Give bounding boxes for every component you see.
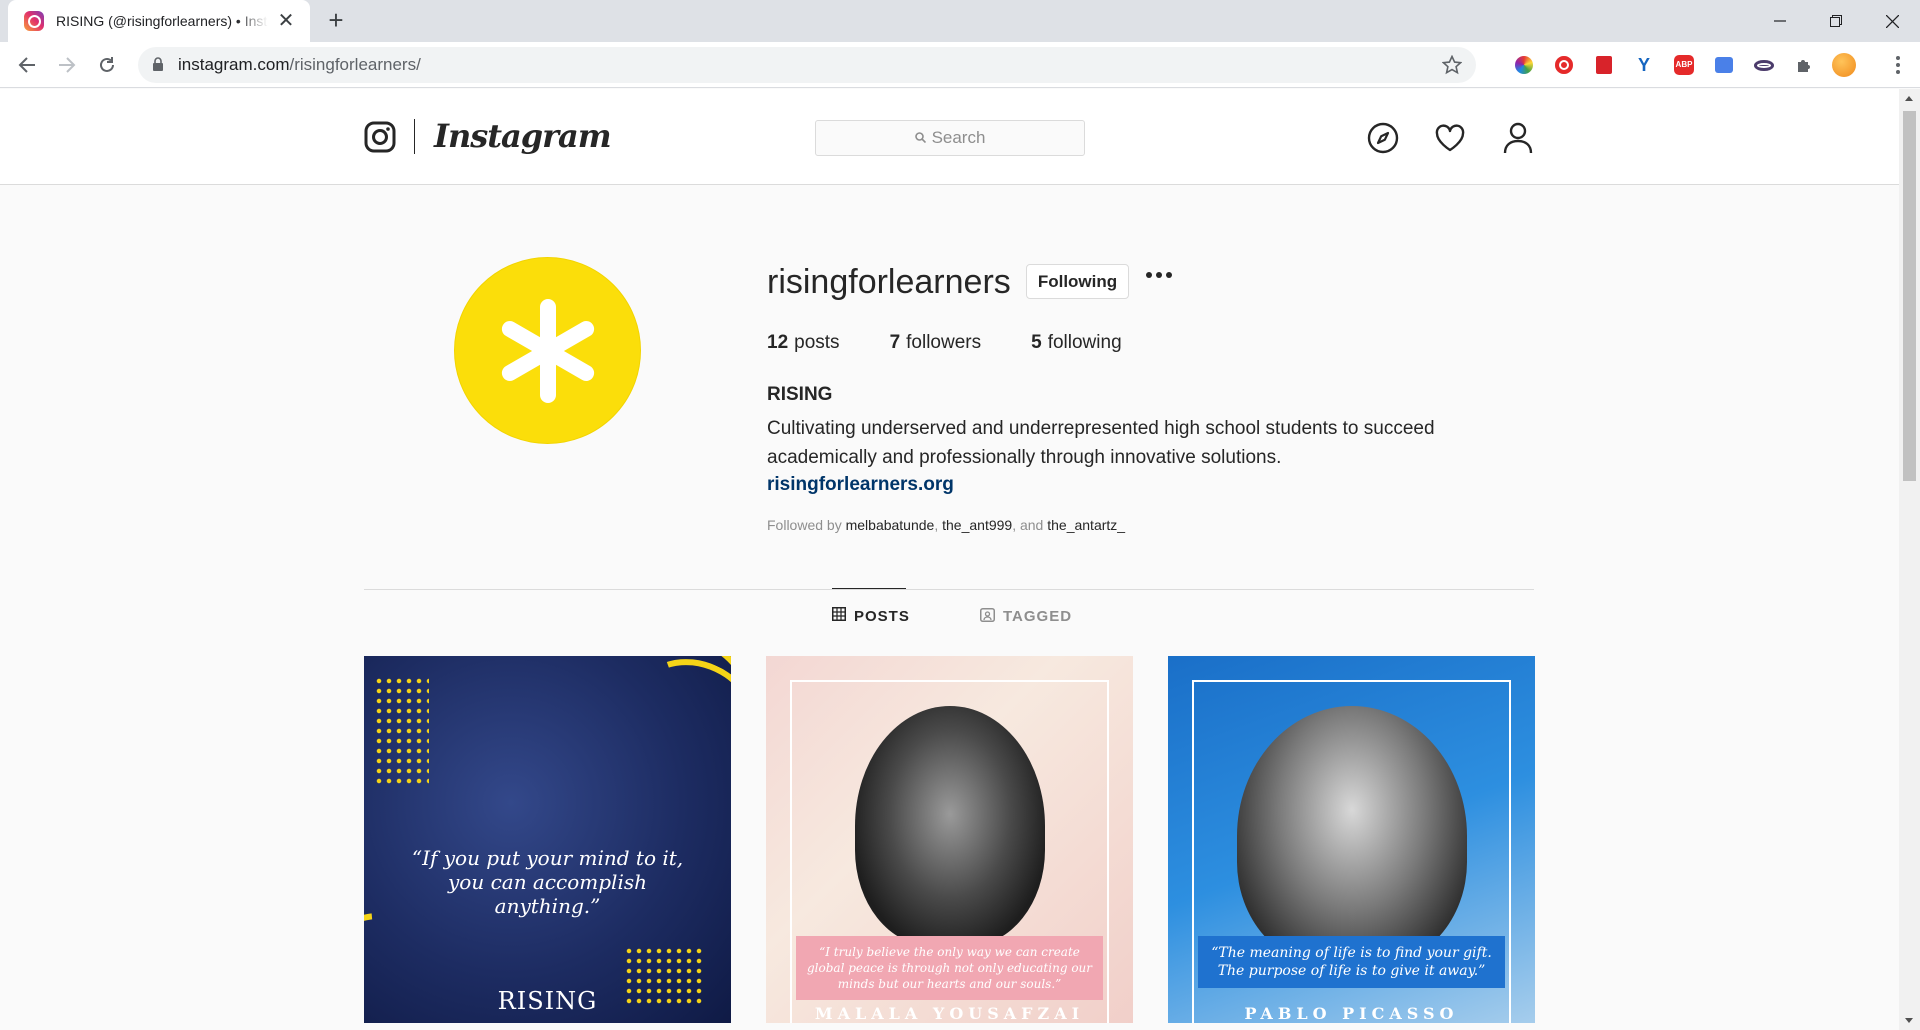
follower-link[interactable]: the_antartz_: [1047, 517, 1125, 533]
post-tile[interactable]: “I truly believe the only way we can cre…: [766, 656, 1133, 1023]
following-stat[interactable]: 5 following: [1031, 332, 1122, 354]
tab-title: RISING (@risingforlearners) • Instagram …: [56, 13, 268, 29]
tab-posts[interactable]: POSTS: [832, 588, 909, 643]
post-signature: MALALA YOUSAFZAI: [814, 1004, 1085, 1023]
profile-stats: 12 posts 7 followers 5 following: [767, 332, 1172, 354]
profile-avatar-icon[interactable]: [1830, 51, 1858, 79]
logo-divider: [414, 119, 415, 154]
instagram-header: Instagram Search: [0, 89, 1899, 185]
tab-tagged[interactable]: TAGGED: [980, 589, 1072, 644]
page-scrollbar[interactable]: [1899, 89, 1920, 1030]
search-input[interactable]: Search: [815, 120, 1085, 156]
compass-icon[interactable]: [1365, 120, 1401, 156]
scroll-up-arrow-icon[interactable]: [1905, 96, 1913, 101]
browser-toolbar: instagram.com/risingforlearners/ Y ABP: [0, 42, 1920, 88]
profile-website-link[interactable]: risingforlearners.org: [767, 474, 954, 496]
search-placeholder: Search: [931, 128, 986, 147]
asterisk-logo-icon: [501, 298, 594, 403]
extensions-row: Y ABP: [1510, 50, 1858, 80]
lock-icon: [152, 57, 164, 77]
scroll-thumb[interactable]: [1903, 111, 1916, 481]
instagram-page: Instagram Search risingforlearners Follo…: [0, 89, 1899, 1030]
follower-link[interactable]: the_ant999: [942, 517, 1012, 533]
followers-stat[interactable]: 7 followers: [890, 332, 982, 354]
heart-icon[interactable]: [1432, 120, 1468, 156]
eye-extension-icon[interactable]: [1750, 51, 1778, 79]
post-quote: “I truly believe the only way we can cre…: [796, 936, 1103, 1000]
followed-by-text: Followed by melbabatunde, the_ant999, an…: [767, 517, 1126, 533]
window-minimize-button[interactable]: [1752, 0, 1808, 42]
window-close-button[interactable]: [1864, 0, 1920, 42]
follower-link[interactable]: melbabatunde: [846, 517, 935, 533]
following-button[interactable]: Following: [1026, 264, 1129, 299]
tagged-person-icon: [980, 607, 995, 626]
y-extension-icon[interactable]: Y: [1630, 51, 1658, 79]
instagram-camera-icon[interactable]: [364, 121, 396, 158]
reload-icon[interactable]: [92, 50, 122, 80]
profile-full-name: RISING: [767, 384, 833, 405]
adblock-extension-icon[interactable]: ABP: [1670, 51, 1698, 79]
browser-menu-icon[interactable]: [1888, 50, 1908, 80]
window-restore-button[interactable]: [1808, 0, 1864, 42]
portrait-image: [854, 706, 1045, 946]
posts-grid: “If you put your mind to it, you can acc…: [364, 656, 1535, 1023]
instagram-favicon-icon: [24, 11, 44, 31]
red-book-extension-icon[interactable]: [1590, 51, 1618, 79]
profile-username: risingforlearners: [767, 263, 1011, 301]
forward-arrow-icon[interactable]: [52, 50, 82, 80]
new-tab-button[interactable]: +: [322, 7, 350, 35]
tabs-divider: [364, 589, 1534, 590]
grid-icon: [832, 607, 846, 625]
bookmark-star-icon[interactable]: [1441, 54, 1463, 80]
profile-avatar[interactable]: [454, 257, 641, 444]
portrait-image: [1236, 706, 1467, 966]
post-signature: RISING: [497, 987, 598, 1015]
address-bar[interactable]: instagram.com/risingforlearners/: [138, 47, 1476, 83]
puzzle-extensions-icon[interactable]: [1790, 51, 1818, 79]
post-tile[interactable]: “If you put your mind to it, you can acc…: [364, 656, 731, 1023]
more-options-icon[interactable]: [1146, 272, 1172, 278]
browser-tabstrip: RISING (@risingforlearners) • Instagram …: [0, 0, 1920, 42]
back-arrow-icon[interactable]: [12, 50, 42, 80]
person-icon[interactable]: [1500, 120, 1536, 156]
post-signature: PABLO PICASSO: [1244, 1004, 1459, 1023]
yellow-dots-decoration: [374, 676, 429, 786]
post-quote: “If you put your mind to it, you can acc…: [411, 846, 684, 918]
post-tile[interactable]: “The meaning of life is to find your gif…: [1168, 656, 1535, 1023]
url-text[interactable]: instagram.com/risingforlearners/: [178, 47, 421, 83]
post-quote: “The meaning of life is to find your gif…: [1198, 936, 1505, 988]
instagram-wordmark[interactable]: Instagram: [434, 117, 612, 155]
tab-close-icon[interactable]: ✕: [276, 11, 296, 31]
browser-tab-active[interactable]: RISING (@risingforlearners) • Instagram …: [8, 0, 310, 42]
posts-stat: 12 posts: [767, 332, 840, 353]
profile-bio: Cultivating underserved and underreprese…: [767, 418, 1435, 468]
scroll-down-arrow-icon[interactable]: [1905, 1018, 1913, 1023]
color-wheel-extension-icon[interactable]: [1510, 51, 1538, 79]
stop-extension-icon[interactable]: [1550, 51, 1578, 79]
translate-extension-icon[interactable]: [1710, 51, 1738, 79]
search-icon: [914, 128, 926, 148]
